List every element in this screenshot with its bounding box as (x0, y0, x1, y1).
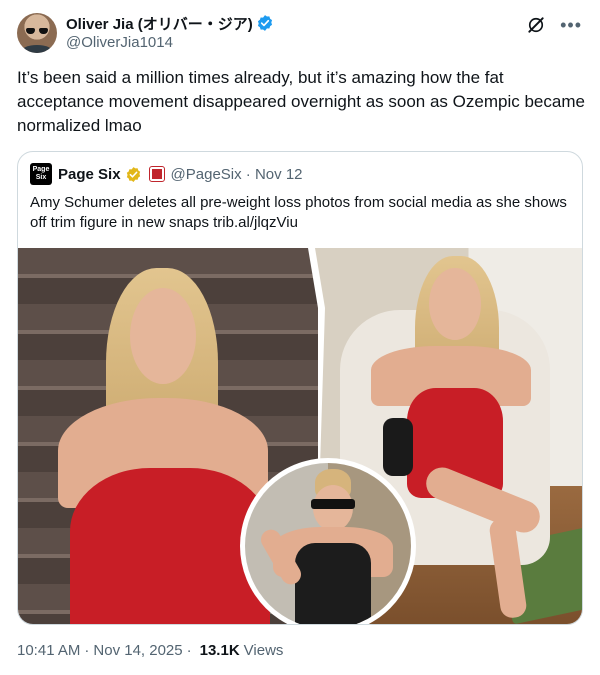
tweet-date[interactable]: Nov 14, 2025 (93, 642, 182, 659)
quoted-tweet-text: Amy Schumer deletes all pre-weight loss … (30, 194, 567, 231)
tweet-time[interactable]: 10:41 AM (17, 642, 80, 659)
author-handle[interactable]: @OliverJia1014 (66, 34, 274, 51)
meta-separator: · (84, 642, 90, 659)
quoted-tweet[interactable]: Page Six Page Six @PageSix · Nov 12 Amy … (17, 151, 583, 625)
avatar[interactable] (17, 13, 57, 53)
views-count[interactable]: 13.1K (200, 642, 240, 659)
views-label: Views (243, 642, 284, 659)
quoted-author-name[interactable]: Page Six (58, 166, 121, 183)
author-block: Oliver Jia (オリバー・ジア) @OliverJia1014 (66, 13, 274, 51)
meta-separator: · (186, 642, 192, 659)
gold-verified-badge-icon (126, 166, 140, 182)
quoted-tweet-header: Page Six Page Six @PageSix · Nov 12 (30, 163, 303, 185)
grok-icon[interactable] (526, 15, 546, 35)
shirt-graphic (21, 45, 53, 53)
tweet-meta: 10:41 AM · Nov 14, 2025 · 13.1K Views (17, 642, 283, 659)
quoted-media[interactable] (18, 248, 582, 624)
author-name[interactable]: Oliver Jia (オリバー・ジア) (66, 13, 253, 34)
verified-badge-icon (257, 15, 272, 31)
top-actions: ••• (526, 15, 582, 35)
tweet-text: It’s been said a million times already, … (17, 68, 585, 135)
name-row: Oliver Jia (オリバー・ジア) (66, 13, 274, 33)
inset-photo-circle (240, 458, 416, 624)
page-six-logo: Page Six (30, 163, 52, 185)
sunglasses-graphic (26, 28, 48, 34)
affiliate-badge-icon (148, 166, 165, 182)
quoted-handle-date[interactable]: @PageSix · Nov 12 (171, 166, 303, 183)
more-icon[interactable]: ••• (560, 16, 582, 34)
